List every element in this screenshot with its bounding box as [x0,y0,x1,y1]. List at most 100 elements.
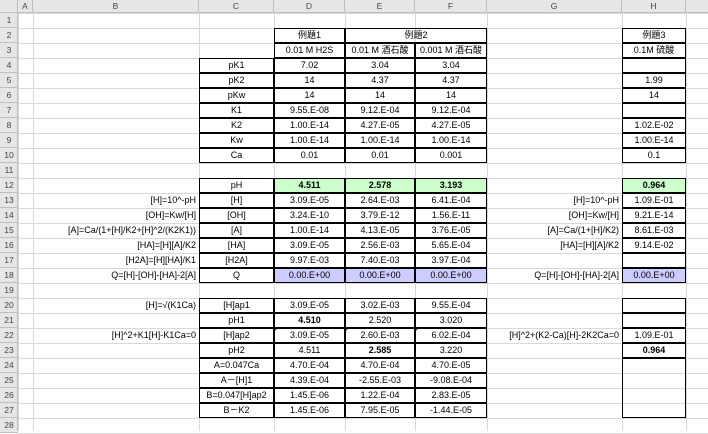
cell-e17[interactable]: 7.40.E-03 [345,253,415,268]
cell-e12[interactable]: 2.578 [345,178,415,193]
cell-f13[interactable]: 6.41.E-04 [415,193,487,208]
row-header-9[interactable]: 9 [0,133,18,148]
cell-f5[interactable]: 4.37 [415,73,487,88]
row-header-21[interactable]: 21 [0,313,18,328]
cell-d16[interactable]: 3.09.E-05 [274,238,345,253]
row-header-23[interactable]: 23 [0,343,18,358]
cell-g16[interactable]: [HA]=[H][A]/K2 [487,238,622,253]
cell-g18[interactable]: Q=[H]-[OH]-[HA]-2[A] [487,268,622,283]
cell-e10[interactable]: 0.01 [345,148,415,163]
cell-f6[interactable]: 14 [415,88,487,103]
cell-h8[interactable]: 1.02.E-02 [622,118,686,133]
cell-h3[interactable]: 0.1M 硫酸 [622,43,686,58]
cell-c16[interactable]: [HA] [199,238,274,253]
cell-e8[interactable]: 4.27.E-05 [345,118,415,133]
cell-h15[interactable]: 8.61.E-03 [622,223,686,238]
cell-d18[interactable]: 0.00.E+00 [274,268,345,283]
row-header-3[interactable]: 3 [0,43,18,58]
cell-c13[interactable]: [H] [199,193,274,208]
cell-f27[interactable]: -1.44.E-05 [415,403,487,418]
cell-b15[interactable]: [A]=Ca/(1+[H]/K2+[H]^2/(K2K1)) [33,223,199,238]
cell-e21[interactable]: 2.520 [345,313,415,328]
cell-c4[interactable]: pK1 [199,58,274,73]
cell-f20[interactable]: 9.55.E-04 [415,298,487,313]
cell-f12[interactable]: 3.193 [415,178,487,193]
cell-h14[interactable]: 9.21.E-14 [622,208,686,223]
cell-c21[interactable]: pH1 [199,313,274,328]
cell-d21[interactable]: 4.510 [274,313,345,328]
cell-h23[interactable]: 0.964 [622,343,686,358]
row-header-11[interactable]: 11 [0,163,18,178]
cell-f24[interactable]: 4.70.E-05 [415,358,487,373]
cell-d2[interactable]: 例題1 [274,28,345,43]
row-header-8[interactable]: 8 [0,118,18,133]
cell-h13[interactable]: 1.09.E-01 [622,193,686,208]
cell-h6[interactable]: 14 [622,88,686,103]
cell-c12[interactable]: pH [199,178,274,193]
cell-d4[interactable]: 7.02 [274,58,345,73]
cell-c22[interactable]: [H]ap2 [199,328,274,343]
cell-c5[interactable]: pK2 [199,73,274,88]
cell-c6[interactable]: pKw [199,88,274,103]
cell-d6[interactable]: 14 [274,88,345,103]
row-header-18[interactable]: 18 [0,268,18,283]
cell-e16[interactable]: 2.56.E-03 [345,238,415,253]
row-header-12[interactable]: 12 [0,178,18,193]
cell-f9[interactable]: 1.00.E-14 [415,133,487,148]
cell-f16[interactable]: 5.65.E-04 [415,238,487,253]
row-header-14[interactable]: 14 [0,208,18,223]
cell-e2[interactable]: 例題2 [345,28,487,43]
cell-f3[interactable]: 0.001 M 酒石酸 [415,43,487,58]
row-header-27[interactable]: 27 [0,403,18,418]
cell-e3[interactable]: 0.01 M 酒石酸 [345,43,415,58]
cell-f14[interactable]: 1.56.E-11 [415,208,487,223]
cell-g14[interactable]: [OH]=Kw/[H] [487,208,622,223]
spreadsheet-grid[interactable]: A B C D E F G H 1 2 3 4 5 6 7 8 9 10 11 12 13 14 15 16 17 18 19 20 2… [0,0,708,434]
row-header-22[interactable]: 22 [0,328,18,343]
row-header-1[interactable]: 1 [0,13,18,28]
row-header-5[interactable]: 5 [0,73,18,88]
cell-f21[interactable]: 3.020 [415,313,487,328]
cell-d20[interactable]: 3.09.E-05 [274,298,345,313]
cell-b20[interactable]: [H]=√(K1Ca) [33,298,199,313]
cell-e5[interactable]: 4.37 [345,73,415,88]
cell-f26[interactable]: 2.83.E-05 [415,388,487,403]
cell-c9[interactable]: Kw [199,133,274,148]
cell-c26[interactable]: B=0.047[H]ap2 [199,388,274,403]
row-header-15[interactable]: 15 [0,223,18,238]
cell-b16[interactable]: [HA]=[H][A]/K2 [33,238,199,253]
cell-e24[interactable]: 4.70.E-04 [345,358,415,373]
cell-b14[interactable]: [OH]=Kw/[H] [33,208,199,223]
cell-d15[interactable]: 1.00.E-14 [274,223,345,238]
cell-e9[interactable]: 1.00.E-14 [345,133,415,148]
cell-d13[interactable]: 3.09.E-05 [274,193,345,208]
cell-h2[interactable]: 例題3 [622,28,686,43]
row-header-25[interactable]: 25 [0,373,18,388]
cell-c17[interactable]: [H2A] [199,253,274,268]
cell-c27[interactable]: B－K2 [199,403,274,418]
cell-f23[interactable]: 3.220 [415,343,487,358]
row-header-13[interactable]: 13 [0,193,18,208]
cell-e26[interactable]: 1.22.E-04 [345,388,415,403]
row-header-2[interactable]: 2 [0,28,18,43]
cell-d8[interactable]: 1.00.E-14 [274,118,345,133]
cell-f25[interactable]: -9.08.E-04 [415,373,487,388]
cell-c18[interactable]: Q [199,268,274,283]
cell-h5[interactable]: 1.99 [622,73,686,88]
cell-d17[interactable]: 9.97.E-03 [274,253,345,268]
row-header-16[interactable]: 16 [0,238,18,253]
cell-h22[interactable]: 1.09.E-01 [622,328,686,343]
cell-b18[interactable]: Q=[H]-[OH]-[HA]-2[A] [33,268,199,283]
cell-e14[interactable]: 3.79.E-12 [345,208,415,223]
cell-f10[interactable]: 0.001 [415,148,487,163]
cell-g13[interactable]: [H]=10^-pH [487,193,622,208]
cell-c24[interactable]: A=0.047Ca [199,358,274,373]
cell-e23[interactable]: 2.585 [345,343,415,358]
cell-c25[interactable]: A－[H]1 [199,373,274,388]
cell-c7[interactable]: K1 [199,103,274,118]
row-header-24[interactable]: 24 [0,358,18,373]
cell-c14[interactable]: [OH] [199,208,274,223]
cell-b22[interactable]: [H]^2+K1[H]-K1Ca=0 [33,328,199,343]
cell-d10[interactable]: 0.01 [274,148,345,163]
cell-h16[interactable]: 9.14.E-02 [622,238,686,253]
